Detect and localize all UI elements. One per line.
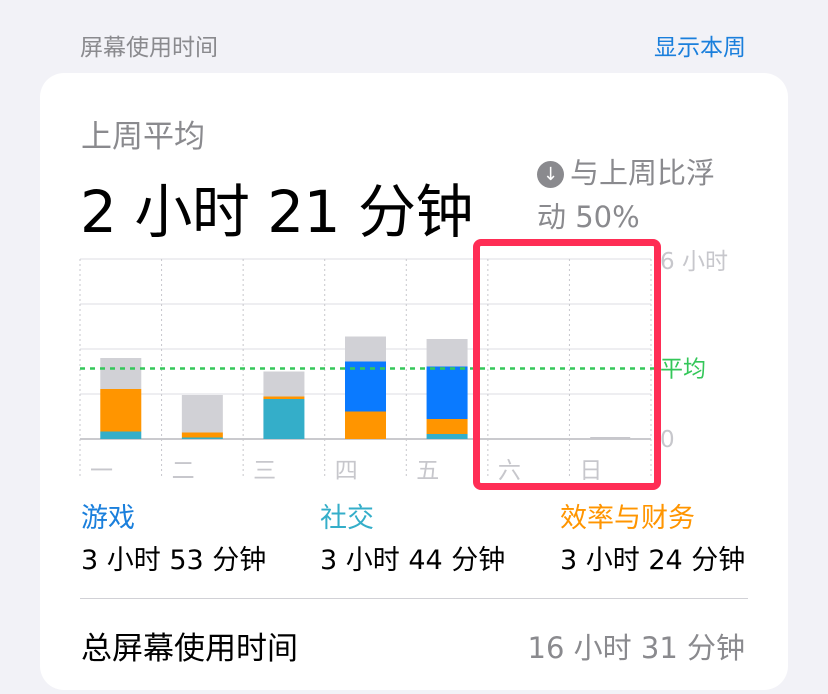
day-label: 三 <box>253 458 276 484</box>
section-title: 屏幕使用时间 <box>80 35 218 61</box>
bar-segment <box>181 432 223 438</box>
bar-segment <box>100 389 142 432</box>
category-time: 3 小时 53 分钟 <box>81 545 267 576</box>
divider <box>80 598 748 599</box>
bar-segment <box>263 396 305 399</box>
category-games[interactable]: 游戏 3 小时 53 分钟 <box>81 501 266 579</box>
category-name: 效率与财务 <box>560 503 695 534</box>
y-tick-label: 6 小时 <box>660 249 728 275</box>
bar-segment <box>263 399 305 439</box>
y-tick-label: 0 <box>660 427 675 453</box>
category-time: 3 小时 44 分钟 <box>320 545 506 576</box>
category-time: 3 小时 24 分钟 <box>560 545 746 576</box>
bar-segment <box>100 431 142 439</box>
category-productivity[interactable]: 效率与财务 3 小时 24 分钟 <box>560 501 745 579</box>
day-label: 一 <box>90 458 113 484</box>
total-screen-time-value: 16 小时 31 分钟 <box>527 631 745 665</box>
bar-segment <box>100 358 142 389</box>
bar-segment <box>426 434 468 439</box>
bar-segment <box>345 336 386 362</box>
category-name: 游戏 <box>81 503 135 534</box>
total-screen-time-label: 总屏幕使用时间 <box>81 631 298 667</box>
screen-time-card[interactable]: 上周平均 2 小时 21 分钟 ↓ 与上周比浮 动 50% 一二三四五六日6 小时… <box>40 73 788 690</box>
bar-segment <box>426 339 468 367</box>
bar-segment <box>181 395 223 433</box>
bar-segment <box>181 437 223 439</box>
highlight-box <box>473 239 661 490</box>
day-label: 四 <box>335 458 358 484</box>
category-social[interactable]: 社交 3 小时 44 分钟 <box>320 501 505 579</box>
category-name: 社交 <box>320 503 374 534</box>
show-this-week-link[interactable]: 显示本周 <box>654 28 746 62</box>
bar-segment <box>426 366 468 419</box>
bar-segment <box>426 419 468 434</box>
bar-segment <box>345 411 386 439</box>
average-label: 平均 <box>660 357 706 383</box>
day-label: 五 <box>416 458 439 484</box>
bar-segment <box>263 371 305 397</box>
day-label: 二 <box>172 458 195 484</box>
